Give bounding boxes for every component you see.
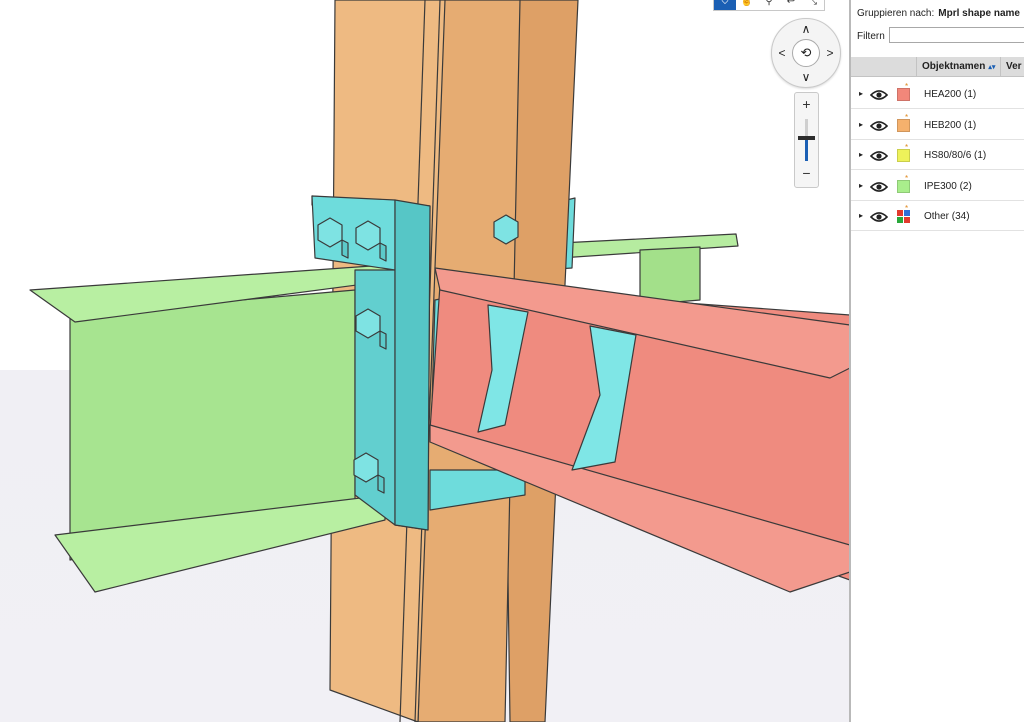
pan-up-icon[interactable]: ∧ xyxy=(799,22,813,36)
orbit-hand-icon[interactable]: ☝ xyxy=(736,0,758,10)
group-label: HEA200 (1) xyxy=(924,89,977,100)
group-label: HEB200 (1) xyxy=(924,119,977,131)
expand-arrow-icon[interactable]: ▸ xyxy=(859,89,863,98)
visibility-eye-icon[interactable] xyxy=(869,180,889,198)
view-toolbar: ⛉ ☝ ⚲ ↩ ⤡ xyxy=(713,0,825,11)
group-row[interactable]: ▸ * HS80/80/6 (1) xyxy=(851,140,1024,170)
group-by-label: Gruppieren nach: xyxy=(857,8,935,19)
pan-down-icon[interactable]: ∨ xyxy=(799,70,813,84)
visibility-eye-icon[interactable] xyxy=(869,88,889,106)
section-tool-icon[interactable]: ⚲ xyxy=(758,0,780,10)
steel-connection-model[interactable] xyxy=(0,0,850,722)
pan-left-icon[interactable]: < xyxy=(775,46,789,60)
group-by-row: Gruppieren nach: Mprl shape name xyxy=(857,8,1020,19)
zoom-out-button[interactable]: − xyxy=(795,165,818,181)
modified-star-icon: * xyxy=(905,173,909,183)
group-label: Other (34) xyxy=(924,211,970,222)
group-row[interactable]: ▸#e23a2e#2f6fd8#29a83a#e23a2e*Other (34) xyxy=(851,201,1024,231)
expand-arrow-icon[interactable]: ▸ xyxy=(859,150,863,159)
zoom-slider[interactable]: + − xyxy=(794,92,819,188)
bolt xyxy=(317,217,343,248)
bolt xyxy=(353,452,379,483)
pan-right-icon[interactable]: > xyxy=(823,46,837,60)
expand-arrow-icon[interactable]: ▸ xyxy=(859,211,863,220)
column-header-ver[interactable]: Ver xyxy=(1001,57,1024,77)
visibility-eye-icon[interactable] xyxy=(869,149,889,167)
object-group-panel: Gruppieren nach: Mprl shape name Filtern … xyxy=(849,0,1024,722)
group-by-value[interactable]: Mprl shape name xyxy=(938,8,1020,19)
group-row[interactable]: ▸ * HEA200 (1) xyxy=(851,79,1024,109)
bolt xyxy=(493,214,519,245)
modified-star-icon: * xyxy=(905,204,909,213)
column-header-blank xyxy=(851,57,917,77)
bolt xyxy=(355,220,381,251)
group-label: IPE300 (2) xyxy=(924,180,972,192)
visibility-eye-icon[interactable] xyxy=(869,210,889,228)
expand-arrow-icon[interactable]: ▸ xyxy=(859,181,863,190)
filter-label: Filtern xyxy=(857,31,885,42)
zoom-thumb[interactable] xyxy=(798,135,815,140)
modified-star-icon: * xyxy=(905,82,909,91)
expand-arrow-icon[interactable]: ▸ xyxy=(859,120,863,129)
column-header-objektnamen[interactable]: Objektnamen ▴▾ xyxy=(917,57,1001,77)
orbit-icon[interactable]: ⟲ xyxy=(792,39,820,67)
group-row[interactable]: ▸ * IPE300 (2) xyxy=(851,171,1024,201)
undo-arrow-icon[interactable]: ↩ xyxy=(780,0,802,10)
modified-star-icon: * xyxy=(905,112,909,122)
sort-icon[interactable]: ▴▾ xyxy=(988,63,995,71)
model-viewport[interactable]: ⛉ ☝ ⚲ ↩ ⤡ ∧ ∨ < > ⟲ + − xyxy=(0,0,850,722)
visibility-eye-icon[interactable] xyxy=(869,119,889,137)
modified-star-icon: * xyxy=(905,143,909,152)
navigation-wheel[interactable]: ∧ ∨ < > ⟲ xyxy=(771,18,841,88)
bolt xyxy=(355,308,381,339)
zoom-in-button[interactable]: + xyxy=(795,96,818,112)
collapse-icon[interactable]: ⤡ xyxy=(802,0,824,10)
group-label: HS80/80/6 (1) xyxy=(924,150,987,161)
group-row[interactable]: ▸ * HEB200 (1) xyxy=(851,110,1024,140)
zoom-level-fill xyxy=(805,137,808,161)
filter-input[interactable] xyxy=(889,27,1024,43)
select-cursor-icon[interactable]: ⛉ xyxy=(714,0,736,10)
